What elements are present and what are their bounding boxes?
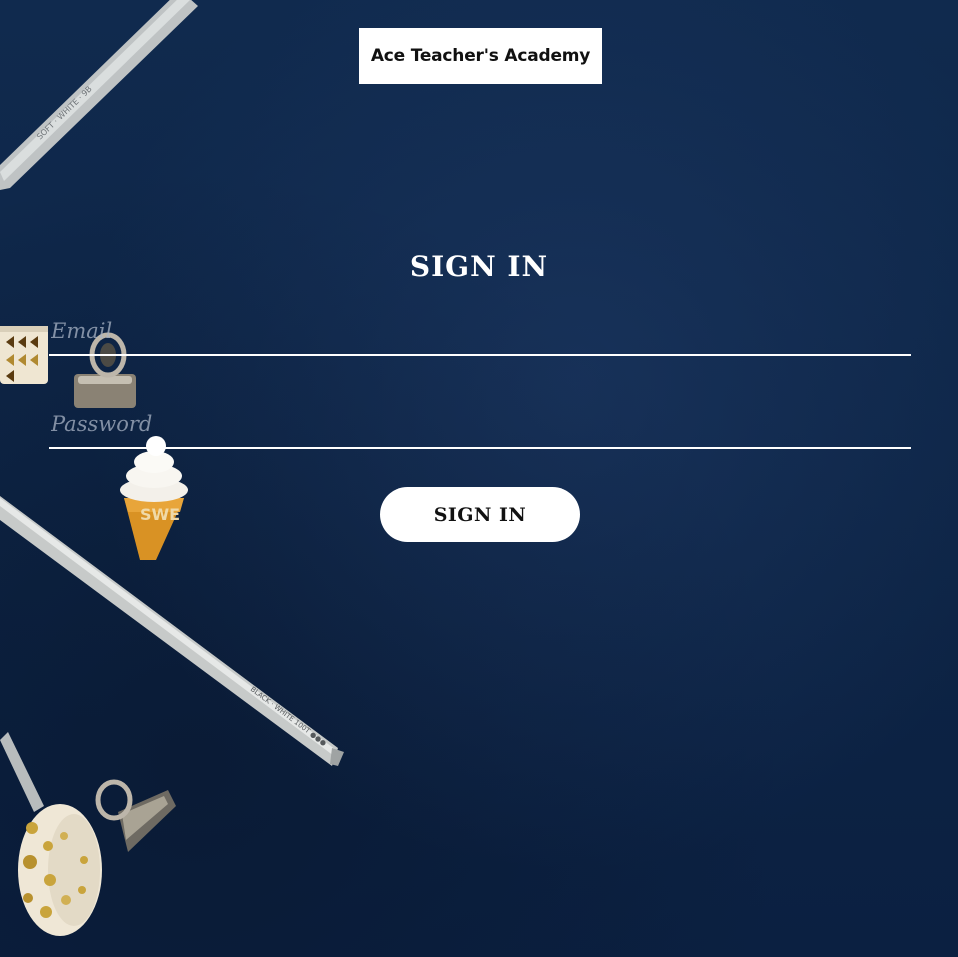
background-image: SOFT · WHITE · 9B SWE BLACK · WHITE 100T… xyxy=(0,0,344,936)
svg-text:SWE: SWE xyxy=(140,505,180,524)
page-title: SIGN IN xyxy=(409,250,549,283)
brand-name: Ace Teacher's Academy xyxy=(370,46,591,66)
washi-tape-top-decoration xyxy=(0,326,48,384)
pencil-bottom-decoration xyxy=(0,732,44,812)
svg-text:BLACK · WHITE 100T ●●●: BLACK · WHITE 100T ●●● xyxy=(249,685,328,747)
washi-tape-roll-decoration xyxy=(18,804,102,936)
binder-clip-bottom-decoration xyxy=(95,779,176,852)
pencil-middle-decoration: BLACK · WHITE 100T ●●● xyxy=(0,496,344,766)
brand-logo[interactable]: Ace Teacher's Academy xyxy=(359,28,602,84)
password-field[interactable] xyxy=(49,405,911,449)
pencil-top-decoration: SOFT · WHITE · 9B xyxy=(0,0,198,190)
email-field[interactable] xyxy=(49,312,911,356)
svg-text:SOFT · WHITE · 9B: SOFT · WHITE · 9B xyxy=(35,84,94,141)
ice-cream-eraser-decoration: SWE xyxy=(120,436,188,560)
sign-in-button[interactable]: SIGN IN xyxy=(380,487,580,542)
